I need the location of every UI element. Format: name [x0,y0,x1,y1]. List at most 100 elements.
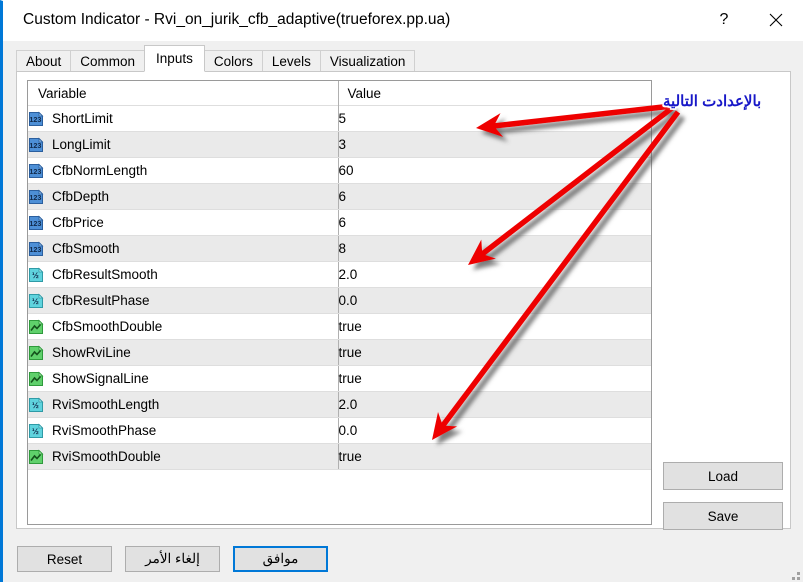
tab-visualization[interactable]: Visualization [319,50,416,72]
svg-text:½: ½ [32,426,39,436]
tab-inputs[interactable]: Inputs [144,45,205,72]
load-button[interactable]: Load [663,462,783,490]
tab-colors[interactable]: Colors [203,50,263,72]
variable-name-cell: 123 CfbPrice [28,209,338,236]
variable-value-cell[interactable]: 8 [337,235,651,262]
table-row[interactable]: CfbSmoothDouble true [28,313,651,340]
bool-type-icon [29,319,44,334]
table-row[interactable]: ShowSignalLine true [28,365,651,392]
close-button[interactable] [753,1,799,39]
variable-value-label: 0.0 [338,293,358,308]
variable-value-cell[interactable]: true [337,443,651,470]
variable-name-wrapper: 123 CfbDepth [28,189,338,205]
variable-name-cell: 123 ShortLimit [28,105,338,132]
tab-about[interactable]: About [16,50,72,72]
variable-name-label: LongLimit [52,137,111,152]
variable-value-label: 0.0 [338,423,358,438]
variable-name-label: RviSmoothPhase [52,423,157,438]
variable-name-label: ShowRviLine [52,345,131,360]
variable-name-wrapper: ShowRviLine [28,345,338,361]
variable-value-cell[interactable]: true [337,365,651,392]
int-type-icon: 123 [29,241,44,256]
bool-type-icon [29,371,44,386]
variable-name-cell: 123 CfbNormLength [28,157,338,184]
variable-value-cell[interactable]: 60 [337,157,651,184]
variable-name-wrapper: ½ RviSmoothPhase [28,423,338,439]
variable-name-wrapper: CfbSmoothDouble [28,319,338,335]
svg-text:123: 123 [29,167,41,176]
table-row[interactable]: 123 ShortLimit 5 [28,105,651,132]
table-row[interactable]: 123 LongLimit 3 [28,131,651,158]
variable-value-cell[interactable]: 0.0 [337,287,651,314]
int-type-icon: 123 [29,163,44,178]
bool-type-icon [29,345,44,360]
variable-name-cell: CfbSmoothDouble [28,313,338,340]
variable-name-label: ShortLimit [52,111,113,126]
svg-text:½: ½ [32,270,39,280]
variable-name-wrapper: ½ CfbResultPhase [28,293,338,309]
variable-name-cell: ½ RviSmoothLength [28,391,338,418]
table-row[interactable]: 123 CfbNormLength 60 [28,157,651,184]
variable-name-cell: ShowSignalLine [28,365,338,392]
table-row[interactable]: 123 CfbSmooth 8 [28,235,651,262]
variable-name-label: CfbResultSmooth [52,267,158,282]
tab-levels[interactable]: Levels [261,50,321,72]
variable-value-label: 6 [338,189,347,204]
svg-text:123: 123 [29,219,41,228]
variable-value-label: 60 [338,163,354,178]
variable-value-cell[interactable]: 6 [337,209,651,236]
variable-name-wrapper: 123 CfbPrice [28,215,338,231]
close-icon [769,13,783,27]
variable-value-cell[interactable]: 2.0 [337,261,651,288]
int-type-icon: 123 [29,189,44,204]
variable-value-cell[interactable]: 3 [337,131,651,158]
variable-value-cell[interactable]: 6 [337,183,651,210]
table-row[interactable]: ½ CfbResultSmooth 2.0 [28,261,651,288]
variable-value-cell[interactable]: 0.0 [337,417,651,444]
table-row[interactable]: RviSmoothDouble true [28,443,651,470]
variable-name-wrapper: 123 CfbSmooth [28,241,338,257]
help-button[interactable]: ? [701,1,747,39]
save-button[interactable]: Save [663,502,783,530]
svg-text:123: 123 [29,193,41,202]
variable-value-label: true [338,345,362,360]
variable-value-cell[interactable]: 5 [337,105,651,132]
parameters-table-panel[interactable]: Variable Value 123 ShortLimit 5 123 LongLimi… [27,80,652,525]
variable-value-cell[interactable]: 2.0 [337,391,651,418]
cancel-button[interactable]: إلغاء الأمر [125,546,220,572]
variable-value-label: 2.0 [338,267,358,282]
variable-name-wrapper: ½ RviSmoothLength [28,397,338,413]
variable-name-cell: RviSmoothDouble [28,443,338,470]
variable-name-wrapper: RviSmoothDouble [28,449,338,465]
parameters-table: Variable Value 123 ShortLimit 5 123 LongLimi… [28,81,651,470]
ok-button[interactable]: موافق [233,546,328,572]
int-type-icon: 123 [29,215,44,230]
table-row[interactable]: 123 CfbPrice 6 [28,209,651,236]
variable-value-label: 8 [338,241,347,256]
variable-name-wrapper: ½ CfbResultSmooth [28,267,338,283]
variable-name-cell: ShowRviLine [28,339,338,366]
variable-value-label: true [338,449,362,464]
variable-value-cell[interactable]: true [337,339,651,366]
variable-name-wrapper: 123 ShortLimit [28,111,338,127]
variable-value-label: 5 [338,111,347,126]
double-type-icon: ½ [29,423,44,438]
title-bar: Custom Indicator - Rvi_on_jurik_cfb_adap… [3,1,803,41]
table-row[interactable]: ShowRviLine true [28,339,651,366]
variable-value-label: 3 [338,137,347,152]
variable-value-cell[interactable]: true [337,313,651,340]
variable-name-label: ShowSignalLine [52,371,149,386]
table-row[interactable]: ½ RviSmoothPhase 0.0 [28,417,651,444]
variable-name-label: RviSmoothLength [52,397,160,412]
table-row[interactable]: ½ RviSmoothLength 2.0 [28,391,651,418]
table-row[interactable]: ½ CfbResultPhase 0.0 [28,287,651,314]
resize-grip[interactable] [787,567,800,580]
table-row[interactable]: 123 CfbDepth 6 [28,183,651,210]
variable-name-cell: 123 CfbDepth [28,183,338,210]
variable-name-cell: ½ RviSmoothPhase [28,417,338,444]
variable-name-cell: 123 CfbSmooth [28,235,338,262]
reset-button[interactable]: Reset [17,546,112,572]
variable-name-label: CfbDepth [52,189,110,204]
tab-common[interactable]: Common [70,50,146,72]
table-body: 123 ShortLimit 5 123 LongLimit 3 123 CfbNormLen… [28,105,651,470]
